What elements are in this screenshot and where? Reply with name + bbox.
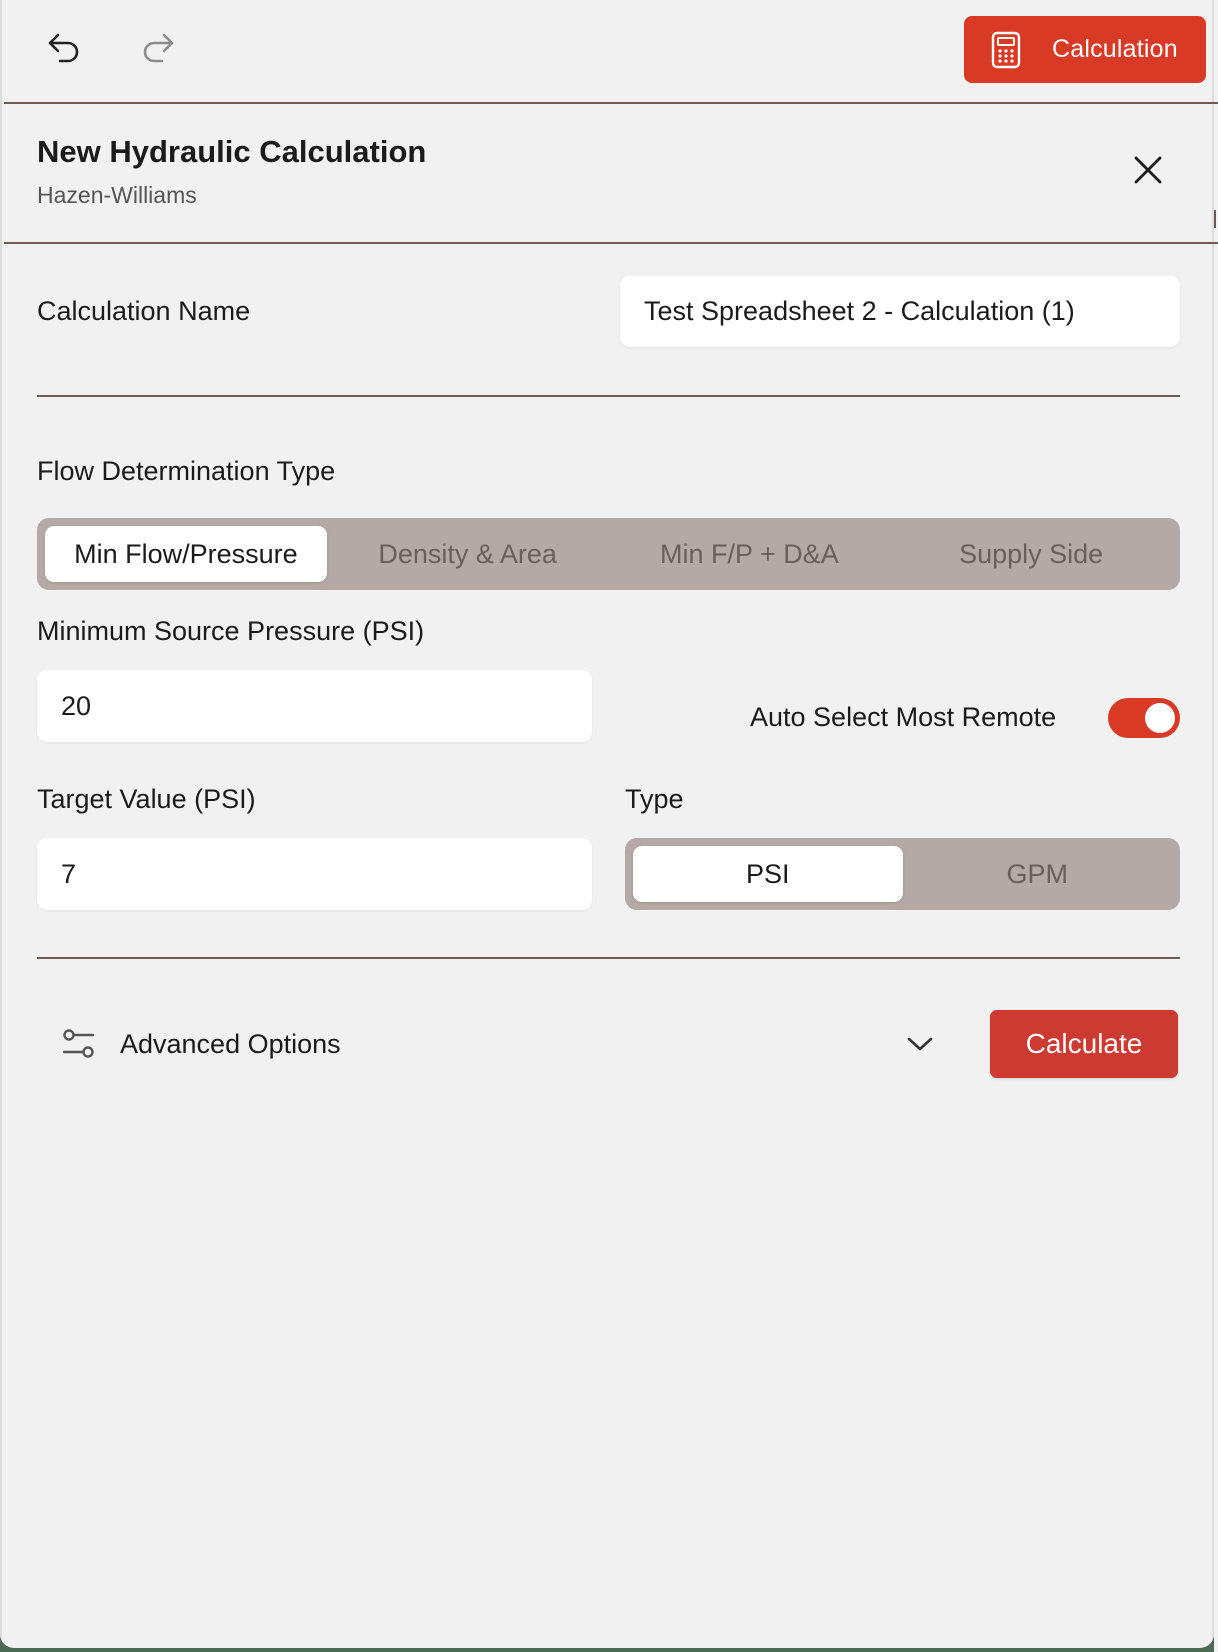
- sliders-icon: [62, 1029, 95, 1058]
- panel-border: [0, 0, 2, 1648]
- calculation-name-label: Calculation Name: [37, 296, 251, 326]
- advanced-options-expand[interactable]: [896, 1020, 944, 1068]
- close-icon: [1134, 156, 1162, 184]
- background-divider: [1214, 242, 1218, 244]
- target-value-input[interactable]: [37, 838, 592, 910]
- background-divider: [1214, 210, 1216, 228]
- option-min-fp-da[interactable]: Min F/P + D&A: [609, 526, 891, 582]
- type-label: Type: [625, 784, 684, 814]
- option-min-flow-pressure[interactable]: Min Flow/Pressure: [45, 526, 327, 582]
- calculation-button[interactable]: Calculation: [964, 16, 1206, 83]
- flow-determination-label: Flow Determination Type: [37, 456, 336, 486]
- close-button[interactable]: [1124, 146, 1172, 194]
- calculate-button[interactable]: Calculate: [990, 1010, 1178, 1078]
- panel-border: [1212, 0, 1214, 1648]
- auto-select-toggle[interactable]: [1108, 698, 1180, 738]
- advanced-options-label: Advanced Options: [120, 1028, 341, 1059]
- auto-select-label: Auto Select Most Remote: [750, 702, 1057, 732]
- min-source-pressure-label: Minimum Source Pressure (PSI): [37, 616, 425, 646]
- calculator-icon: [991, 31, 1021, 68]
- option-gpm[interactable]: GPM: [903, 846, 1173, 902]
- flow-determination-selector: Min Flow/Pressure Density & Area Min F/P…: [37, 518, 1180, 590]
- panel-subtitle: Hazen-Williams: [37, 182, 197, 208]
- redo-button[interactable]: [134, 25, 182, 73]
- calculation-name-input[interactable]: [620, 276, 1180, 347]
- min-source-pressure-input[interactable]: [37, 670, 592, 742]
- undo-button[interactable]: [40, 25, 88, 73]
- background-panel-edge: [1214, 0, 1218, 1652]
- advanced-options-toggle[interactable]: Advanced Options: [60, 1008, 940, 1080]
- option-density-area[interactable]: Density & Area: [327, 526, 609, 582]
- type-selector: PSI GPM: [625, 838, 1180, 910]
- panel-title: New Hydraulic Calculation: [37, 134, 427, 169]
- option-psi[interactable]: PSI: [633, 846, 903, 902]
- chevron-down-icon: [907, 1037, 933, 1051]
- divider: [37, 957, 1180, 959]
- toggle-knob: [1145, 703, 1175, 733]
- option-supply-side[interactable]: Supply Side: [890, 526, 1172, 582]
- background-divider: [1214, 102, 1218, 104]
- target-value-label: Target Value (PSI): [37, 784, 256, 814]
- calculation-panel: Calculation New Hydraulic Calculation Ha…: [0, 0, 1214, 1648]
- divider: [37, 395, 1180, 397]
- calculation-button-label: Calculation: [1052, 35, 1178, 63]
- divider: [4, 102, 1214, 104]
- divider: [4, 242, 1214, 244]
- undo-icon: [48, 33, 79, 63]
- redo-icon: [143, 33, 174, 63]
